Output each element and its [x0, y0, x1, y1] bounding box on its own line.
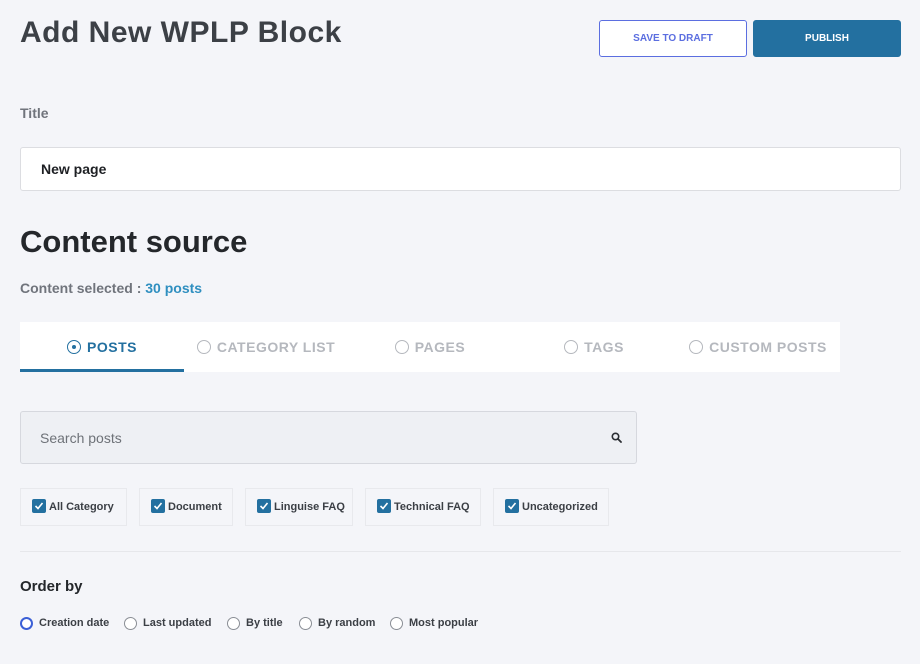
tab-label: PAGES — [414, 339, 466, 355]
tab-label: POSTS — [87, 339, 137, 355]
search-input[interactable] — [40, 429, 596, 446]
title-label: Title — [20, 105, 49, 121]
tab-custom-posts[interactable]: CUSTOM POSTS — [676, 322, 840, 372]
title-input[interactable]: New page — [20, 147, 901, 191]
tab-posts[interactable]: POSTS — [20, 322, 184, 372]
tab-tags[interactable]: TAGS — [512, 322, 676, 372]
checkbox-checked-icon — [377, 499, 391, 513]
radio-selected-icon — [20, 616, 33, 630]
category-label: Document — [168, 501, 222, 513]
order-option-by-random[interactable]: By random — [299, 615, 375, 631]
radio-icon — [299, 616, 312, 630]
radio-icon — [394, 340, 409, 354]
category-label: Uncategorized — [522, 501, 598, 513]
category-label: Linguise FAQ — [274, 501, 345, 513]
radio-icon — [124, 616, 137, 630]
tab-category-list[interactable]: CATEGORY LIST — [184, 322, 348, 372]
tab-label: CUSTOM POSTS — [709, 339, 827, 355]
order-by-heading: Order by — [20, 578, 83, 595]
checkbox-checked-icon — [32, 499, 46, 513]
order-option-by-title[interactable]: By title — [227, 615, 283, 631]
category-label: All Category — [49, 501, 114, 513]
category-checkbox-linguise-faq[interactable]: Linguise FAQ — [245, 488, 353, 526]
tab-label: TAGS — [584, 339, 624, 355]
radio-icon — [564, 340, 579, 354]
order-option-most-popular[interactable]: Most popular — [390, 615, 478, 631]
radio-icon — [227, 616, 240, 630]
tab-pages[interactable]: PAGES — [348, 322, 512, 372]
search-icon[interactable] — [596, 432, 636, 443]
publish-button[interactable]: PUBLISH — [753, 20, 901, 57]
content-selected-label: Content selected : — [20, 280, 142, 296]
tab-label: CATEGORY LIST — [216, 339, 336, 355]
checkbox-checked-icon — [151, 499, 165, 513]
order-option-label: Most popular — [409, 617, 479, 629]
radio-icon — [390, 616, 403, 630]
radio-icon — [689, 340, 704, 354]
content-source-tabs: POSTS CATEGORY LIST PAGES TAGS CUSTOM PO… — [20, 322, 840, 372]
divider — [20, 551, 901, 552]
content-selected-count[interactable]: 30 posts — [145, 280, 202, 296]
radio-icon — [196, 340, 211, 354]
category-label: Technical FAQ — [394, 501, 470, 513]
order-option-creation-date[interactable]: Creation date — [20, 615, 109, 631]
content-source-heading: Content source — [20, 224, 248, 259]
search-box — [20, 411, 637, 464]
checkbox-checked-icon — [505, 499, 519, 513]
category-checkbox-technical-faq[interactable]: Technical FAQ — [365, 488, 481, 526]
order-option-label: By random — [318, 617, 376, 629]
radio-icon — [67, 340, 82, 354]
page-title: Add New WPLP Block — [20, 16, 342, 49]
category-checkbox-document[interactable]: Document — [139, 488, 233, 526]
save-to-draft-button[interactable]: SAVE TO DRAFT — [599, 20, 747, 57]
order-option-label: Creation date — [39, 617, 110, 629]
order-option-label: By title — [246, 617, 283, 629]
category-checkbox-uncategorized[interactable]: Uncategorized — [493, 488, 609, 526]
checkbox-checked-icon — [257, 499, 271, 513]
content-selected: Content selected : 30 posts — [20, 280, 202, 296]
order-option-label: Last updated — [143, 617, 212, 629]
order-option-last-updated[interactable]: Last updated — [124, 615, 211, 631]
category-checkbox-all-category[interactable]: All Category — [20, 488, 127, 526]
